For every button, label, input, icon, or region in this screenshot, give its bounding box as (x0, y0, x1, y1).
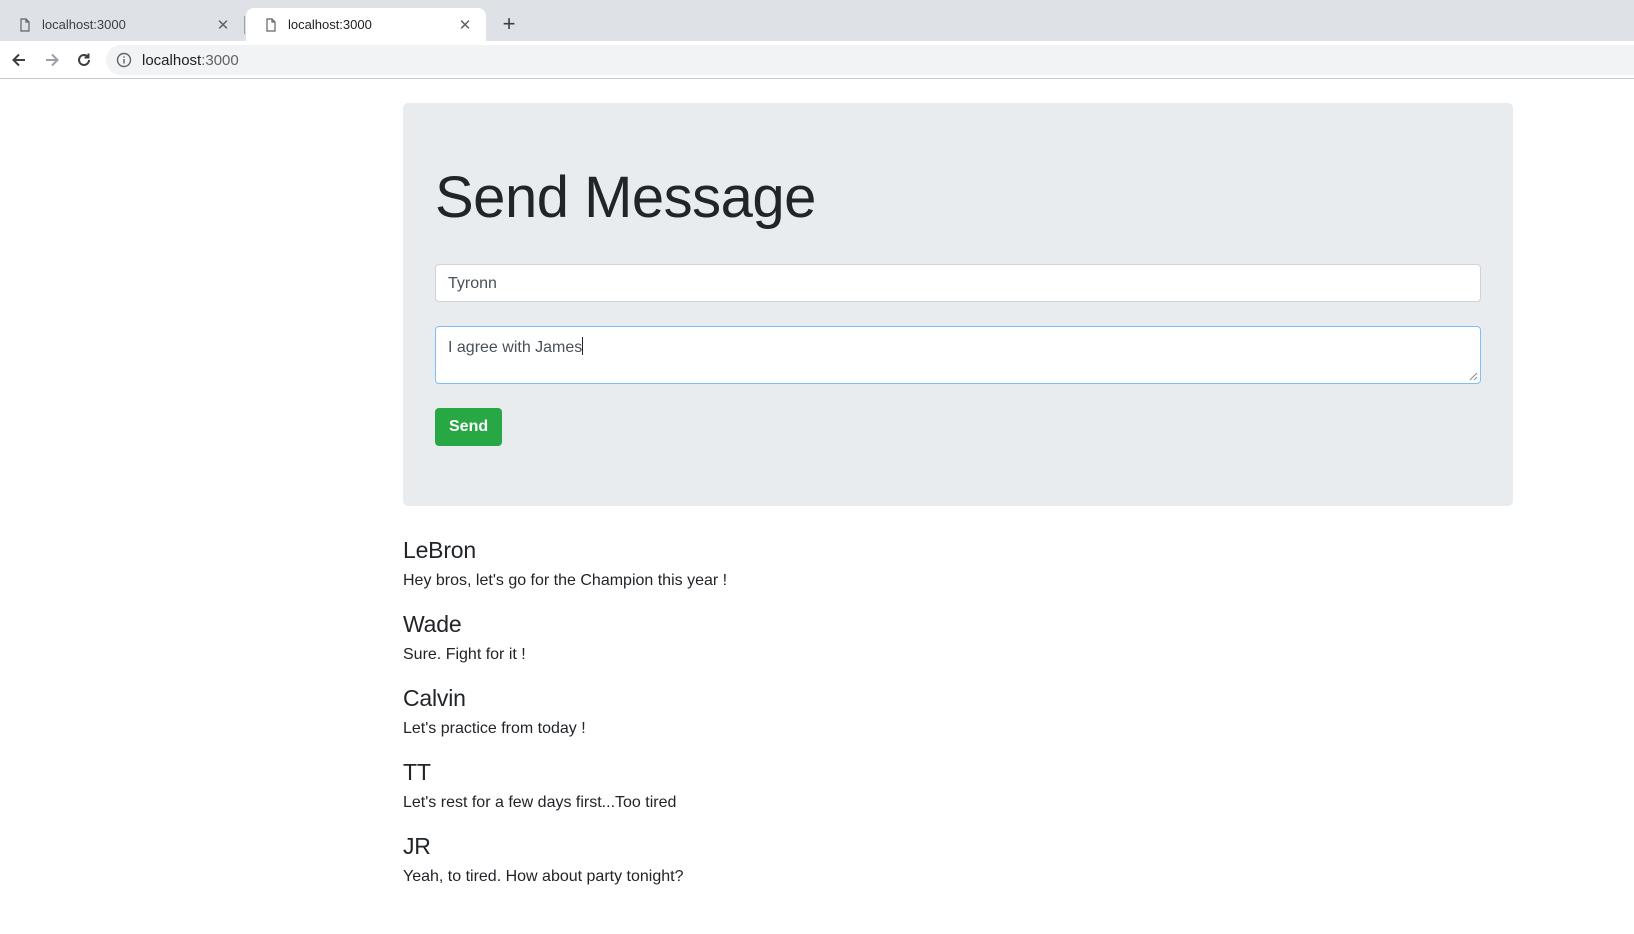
message-textarea[interactable]: I agree with James (435, 325, 1481, 384)
tab-title: localhost:3000 (288, 17, 372, 32)
name-input-value: Tyronn (448, 274, 497, 292)
message-text: Let's rest for a few days first...Too ti… (403, 794, 677, 811)
tab-divider (244, 16, 245, 34)
page-icon (266, 17, 276, 32)
list-item: JR Yeah, to tired. How about party tonig… (403, 832, 1513, 887)
message-author: Calvin (403, 685, 466, 711)
browser-toolbar: localhost:3000 (0, 41, 1634, 79)
info-icon[interactable] (116, 52, 132, 68)
list-item: Wade Sure. Fight for it ! (403, 610, 1513, 665)
list-item: Calvin Let's practice from today ! (403, 684, 1513, 739)
resize-grip-icon[interactable] (1469, 372, 1478, 381)
url-host: localhost (142, 51, 202, 69)
list-item: LeBron Hey bros, let's go for the Champi… (403, 536, 1513, 591)
name-input[interactable]: Tyronn (435, 263, 1481, 302)
message-text: Sure. Fight for it ! (403, 646, 526, 663)
list-item: TT Let's rest for a few days first...Too… (403, 758, 1513, 813)
message-text: Yeah, to tired. How about party tonight? (403, 868, 684, 885)
page-icon (20, 17, 30, 32)
browser-tab-1[interactable]: localhost:3000 ✕ (0, 8, 244, 41)
message-textarea-value: I agree with James (448, 338, 583, 356)
url-port: :3000 (201, 51, 239, 69)
message-author: LeBron (403, 537, 476, 563)
page-container: Send Message Tyronn I agree with James S… (403, 103, 1513, 906)
forward-arrow-icon[interactable] (40, 48, 64, 72)
close-icon[interactable]: ✕ (456, 16, 474, 34)
tab-title: localhost:3000 (42, 17, 126, 32)
page-title: Send Message (435, 165, 816, 230)
browser-tab-2[interactable]: localhost:3000 ✕ (246, 8, 486, 41)
message-text: Let's practice from today ! (403, 720, 586, 737)
tab-strip: localhost:3000 ✕ localhost:3000 ✕ + (0, 0, 1634, 41)
close-icon[interactable]: ✕ (214, 16, 232, 34)
reload-icon[interactable] (72, 48, 96, 72)
send-button[interactable]: Send (435, 407, 503, 446)
send-message-panel: Send Message Tyronn I agree with James S… (403, 103, 1513, 506)
message-text: Hey bros, let's go for the Champion this… (403, 572, 728, 589)
back-arrow-icon[interactable] (7, 48, 31, 72)
text-caret (582, 336, 584, 355)
message-author: Wade (403, 611, 462, 637)
message-author: TT (403, 759, 431, 785)
address-bar[interactable]: localhost:3000 (106, 45, 1634, 75)
plus-icon[interactable]: + (497, 12, 521, 36)
message-author: JR (403, 833, 431, 859)
message-list: LeBron Hey bros, let's go for the Champi… (403, 536, 1513, 887)
